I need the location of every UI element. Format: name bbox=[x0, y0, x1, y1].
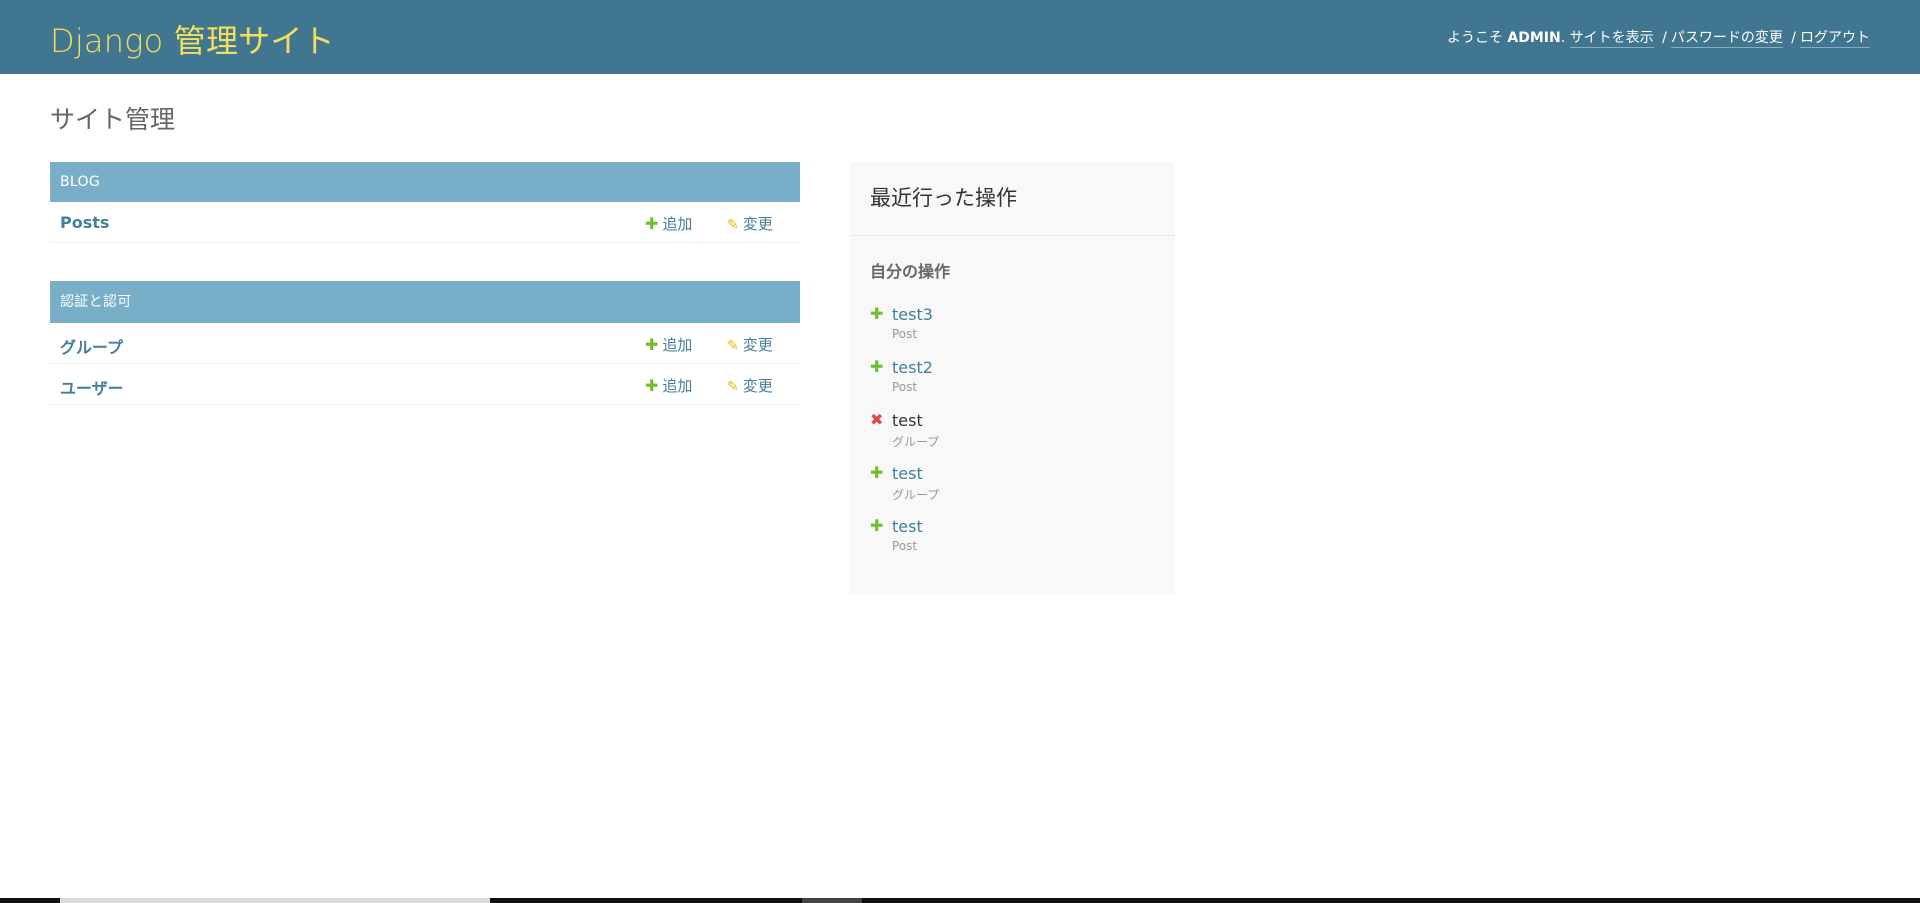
recent-actions-panel: 最近行った操作 自分の操作 ✚ test3 Post ✚ test2 Post … bbox=[850, 162, 1175, 594]
plus-icon: ✚ bbox=[645, 214, 659, 233]
scrollbar-thumb[interactable] bbox=[802, 898, 862, 903]
add-label: 追加 bbox=[662, 377, 693, 395]
separator: / bbox=[1662, 30, 1667, 46]
plus-icon: ✚ bbox=[870, 463, 884, 482]
app-module-blog: BLOG Posts ✚ 追加 ✎ 変更 bbox=[50, 162, 800, 243]
recent-action-item: ✚ test3 Post bbox=[870, 303, 1160, 353]
recent-action-deleted-name: test bbox=[892, 411, 923, 430]
change-password-link[interactable]: パスワードの変更 bbox=[1670, 30, 1783, 48]
model-link-groups[interactable]: グループ bbox=[60, 334, 123, 358]
recent-action-item: ✚ test Post bbox=[870, 515, 1160, 565]
bottom-bar bbox=[0, 898, 1920, 903]
plus-icon: ✚ bbox=[645, 335, 659, 354]
pencil-icon: ✎ bbox=[727, 217, 739, 233]
pencil-icon: ✎ bbox=[727, 379, 739, 395]
model-row-groups: グループ ✚ 追加 ✎ 変更 bbox=[50, 323, 800, 364]
recent-action-type: グループ bbox=[892, 488, 940, 502]
change-label: 変更 bbox=[742, 215, 773, 233]
plus-icon: ✚ bbox=[645, 376, 659, 395]
user-tools: ようこそ ADMIN. サイトを表示 / パスワードの変更 / ログアウト bbox=[1446, 30, 1870, 48]
view-site-link[interactable]: サイトを表示 bbox=[1569, 30, 1654, 48]
delete-x-icon: ✖ bbox=[870, 410, 884, 429]
plus-icon: ✚ bbox=[870, 357, 884, 376]
recent-action-link[interactable]: test3 bbox=[892, 305, 933, 324]
model-link-posts[interactable]: Posts bbox=[60, 213, 109, 232]
recent-action-link[interactable]: test bbox=[892, 464, 923, 483]
welcome-text: ようこそ bbox=[1446, 30, 1503, 46]
change-button[interactable]: ✎ 変更 bbox=[727, 213, 773, 234]
recent-action-type: Post bbox=[892, 380, 918, 394]
model-row-posts: Posts ✚ 追加 ✎ 変更 bbox=[50, 202, 800, 243]
username: ADMIN bbox=[1507, 30, 1561, 46]
model-row-users: ユーザー ✚ 追加 ✎ 変更 bbox=[50, 364, 800, 405]
plus-icon: ✚ bbox=[870, 516, 884, 535]
change-button[interactable]: ✎ 変更 bbox=[727, 375, 773, 396]
recent-action-item: ✚ test グループ bbox=[870, 462, 1160, 512]
recent-action-type: Post bbox=[892, 327, 918, 341]
module-caption[interactable]: 認証と認可 bbox=[50, 281, 800, 323]
add-button[interactable]: ✚ 追加 bbox=[645, 213, 692, 234]
add-button[interactable]: ✚ 追加 bbox=[645, 334, 692, 355]
change-label: 変更 bbox=[742, 377, 773, 395]
plus-icon: ✚ bbox=[870, 304, 884, 323]
module-caption[interactable]: BLOG bbox=[50, 162, 800, 202]
logout-link[interactable]: ログアウト bbox=[1800, 30, 1870, 48]
recent-action-item: ✚ test2 Post bbox=[870, 356, 1160, 406]
app-module-auth: 認証と認可 グループ ✚ 追加 ✎ 変更 ユーザー ✚ 追加 ✎ 変更 bbox=[50, 281, 800, 405]
recent-actions-title: 最近行った操作 bbox=[870, 186, 1017, 210]
page-title: サイト管理 bbox=[50, 105, 176, 134]
recent-action-type: グループ bbox=[892, 435, 940, 449]
recent-action-type: Post bbox=[892, 539, 918, 553]
add-button[interactable]: ✚ 追加 bbox=[645, 375, 692, 396]
separator: / bbox=[1791, 30, 1796, 46]
site-branding[interactable]: Django 管理サイト bbox=[50, 16, 335, 62]
add-label: 追加 bbox=[662, 336, 693, 354]
change-label: 変更 bbox=[742, 336, 773, 354]
header: Django 管理サイト ようこそ ADMIN. サイトを表示 / パスワードの変… bbox=[0, 0, 1920, 74]
recent-action-link[interactable]: test2 bbox=[892, 358, 933, 377]
recent-action-item: ✖ test グループ bbox=[870, 409, 1160, 459]
my-actions-subtitle: 自分の操作 bbox=[870, 262, 951, 281]
pencil-icon: ✎ bbox=[727, 338, 739, 354]
change-button[interactable]: ✎ 変更 bbox=[727, 334, 773, 355]
divider bbox=[850, 235, 1175, 236]
recent-action-link[interactable]: test bbox=[892, 517, 923, 536]
scrollbar-track[interactable] bbox=[60, 898, 490, 903]
model-link-users[interactable]: ユーザー bbox=[60, 375, 124, 399]
add-label: 追加 bbox=[662, 215, 693, 233]
